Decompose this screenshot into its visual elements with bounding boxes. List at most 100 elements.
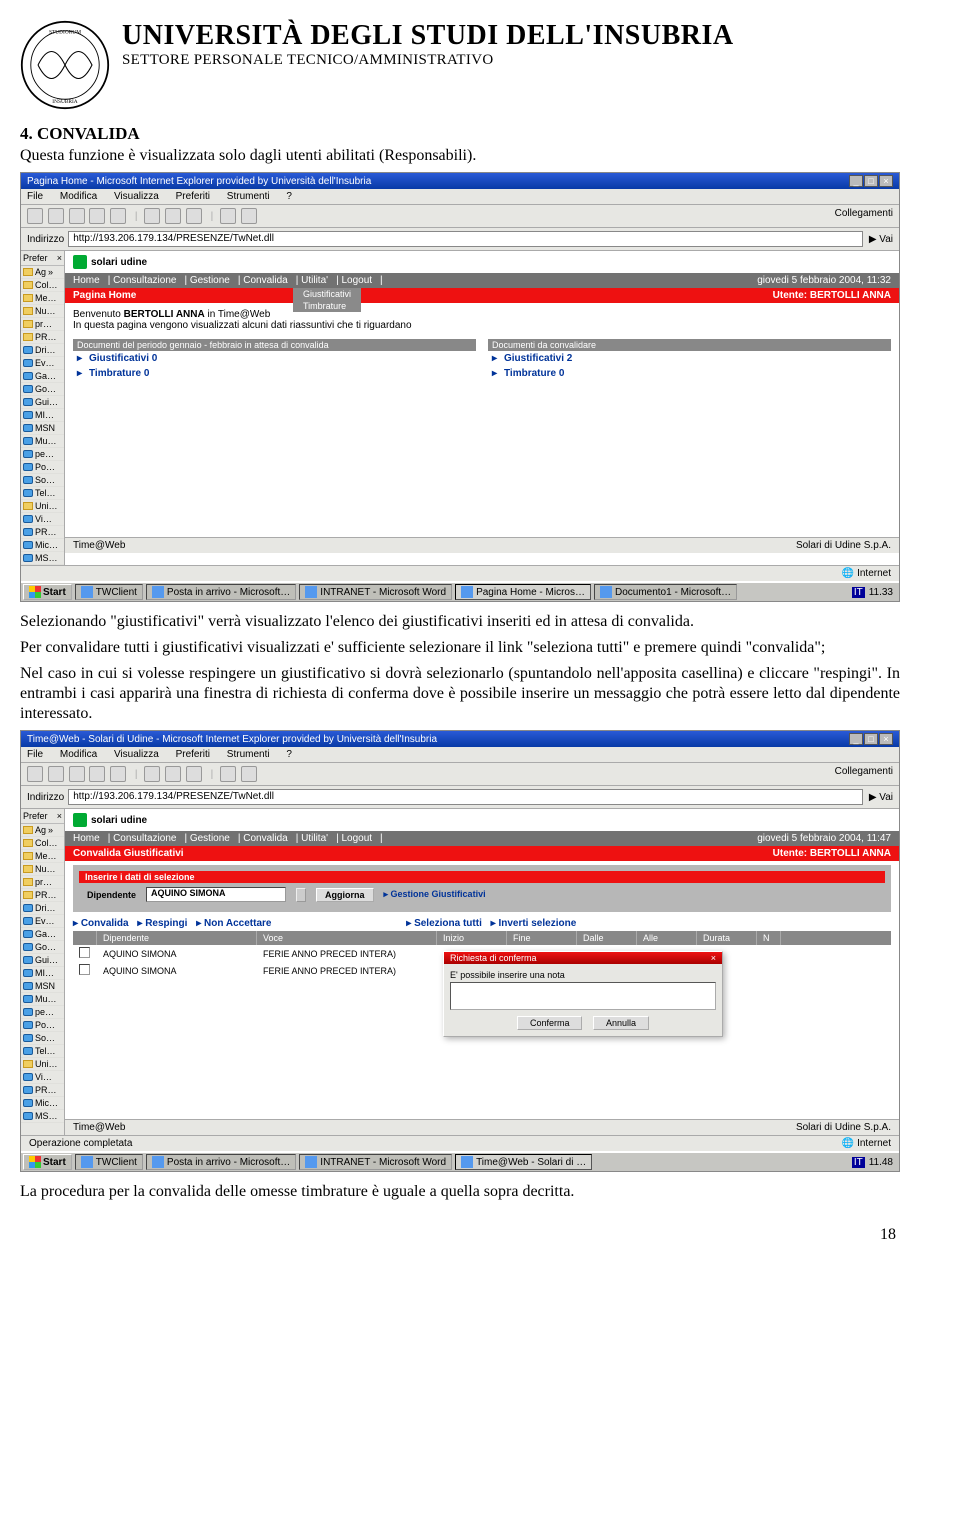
menu-help[interactable]: ? [286, 191, 292, 202]
app-topnav[interactable]: Home| Consultazione| Gestione| Convalida… [65, 273, 899, 288]
fav-item[interactable]: Po… [21, 1019, 64, 1032]
back-icon[interactable] [27, 208, 43, 224]
task-btn[interactable]: Posta in arrivo - Microsoft… [146, 584, 296, 600]
fav-item[interactable]: Uni… [21, 500, 64, 513]
fav-item[interactable]: Mu… [21, 993, 64, 1006]
fav-item[interactable]: Dri… [21, 902, 64, 915]
favorites-icon[interactable] [165, 208, 181, 224]
link-non-accettare[interactable]: Non Accettare [196, 918, 271, 929]
search-icon[interactable] [144, 766, 160, 782]
menu-preferiti[interactable]: Preferiti [176, 191, 210, 202]
fav-item[interactable]: pe… [21, 1006, 64, 1019]
task-btn[interactable]: INTRANET - Microsoft Word [299, 1154, 452, 1170]
menu-file[interactable]: File [27, 191, 43, 202]
task-btn[interactable]: TWClient [75, 584, 143, 600]
address-input[interactable]: http://193.206.179.134/PRESENZE/TwNet.dl… [68, 789, 863, 805]
nav-consultazione[interactable]: Consultazione [113, 833, 176, 844]
taskbar[interactable]: Start TWClient Posta in arrivo - Microso… [21, 581, 899, 601]
window-buttons[interactable]: _□× [848, 733, 893, 745]
close-icon[interactable]: × [57, 811, 62, 821]
ie-toolbar[interactable]: | | Collegamenti [21, 763, 899, 786]
nav-convalida[interactable]: Convalida [243, 833, 287, 844]
start-button[interactable]: Start [23, 584, 72, 600]
nav-consultazione[interactable]: Consultazione [113, 275, 176, 286]
forward-icon[interactable] [48, 208, 64, 224]
task-btn[interactable]: TWClient [75, 1154, 143, 1170]
doc-link[interactable]: Timbrature 0 [488, 366, 891, 381]
nav-home[interactable]: Home [73, 275, 100, 286]
fav-item[interactable]: pr… [21, 876, 64, 889]
fav-item[interactable]: Vi… [21, 513, 64, 526]
fav-item[interactable]: Mu… [21, 435, 64, 448]
doc-link[interactable]: Giustificativi 0 [73, 351, 476, 366]
go-button[interactable]: ▶ Vai [869, 234, 893, 245]
fav-item[interactable]: Me… [21, 850, 64, 863]
fav-item[interactable]: Vi… [21, 1071, 64, 1084]
menu-file[interactable]: File [27, 749, 43, 760]
start-button[interactable]: Start [23, 1154, 72, 1170]
address-input[interactable]: http://193.206.179.134/PRESENZE/TwNet.dl… [68, 231, 863, 247]
window-buttons[interactable]: _□× [848, 175, 893, 187]
menu-modifica[interactable]: Modifica [60, 749, 97, 760]
nav-gestione[interactable]: Gestione [190, 275, 230, 286]
search-icon[interactable] [144, 208, 160, 224]
fav-item[interactable]: Ev… [21, 915, 64, 928]
dropdown-arrow-icon[interactable] [296, 888, 306, 902]
forward-icon[interactable] [48, 766, 64, 782]
fav-item[interactable]: Ga… [21, 928, 64, 941]
fav-item[interactable]: Go… [21, 383, 64, 396]
dipendente-select[interactable]: AQUINO SIMONA [146, 887, 286, 902]
link-convalida[interactable]: Convalida [73, 918, 129, 929]
favorites-icon[interactable] [165, 766, 181, 782]
submenu-giustificativi[interactable]: Giustificativi [293, 288, 361, 300]
favorites-sidebar[interactable]: Prefer× Ag» Col… Me… Nu… pr… PR… Dri… Ev… [21, 251, 65, 565]
fav-item[interactable]: MS… [21, 552, 64, 565]
history-icon[interactable] [186, 766, 202, 782]
link-respingi[interactable]: Respingi [137, 918, 187, 929]
lang-indicator[interactable]: IT [852, 1157, 865, 1168]
refresh-icon[interactable] [89, 766, 105, 782]
fav-item[interactable]: Gui… [21, 396, 64, 409]
fav-item[interactable]: So… [21, 1032, 64, 1045]
history-icon[interactable] [186, 208, 202, 224]
fav-item[interactable]: Ag» [21, 266, 64, 279]
nav-logout[interactable]: Logout [341, 833, 372, 844]
print-icon[interactable] [241, 766, 257, 782]
menu-help[interactable]: ? [286, 749, 292, 760]
fav-item[interactable]: pr… [21, 318, 64, 331]
fav-item[interactable]: Col… [21, 837, 64, 850]
lang-indicator[interactable]: IT [852, 587, 865, 598]
menu-modifica[interactable]: Modifica [60, 191, 97, 202]
task-btn[interactable]: Pagina Home - Micros… [455, 584, 591, 600]
fav-item[interactable]: MI… [21, 409, 64, 422]
menu-visualizza[interactable]: Visualizza [114, 191, 159, 202]
fav-item[interactable]: Go… [21, 941, 64, 954]
fav-item[interactable]: Ev… [21, 357, 64, 370]
fav-item[interactable]: So… [21, 474, 64, 487]
fav-item[interactable]: MSN [21, 980, 64, 993]
fav-item[interactable]: Mic… [21, 1097, 64, 1110]
fav-item[interactable]: Gui… [21, 954, 64, 967]
aggiorna-button[interactable]: Aggiorna [316, 888, 374, 902]
nav-utilita[interactable]: Utilita' [301, 275, 328, 286]
favorites-sidebar[interactable]: Prefer× Ag» Col… Me… Nu… pr… PR… Dri… Ev… [21, 809, 65, 1135]
print-icon[interactable] [241, 208, 257, 224]
fav-item[interactable]: MI… [21, 967, 64, 980]
fav-item[interactable]: MS… [21, 1110, 64, 1123]
taskbar[interactable]: Start TWClient Posta in arrivo - Microso… [21, 1151, 899, 1171]
fav-item[interactable]: Nu… [21, 305, 64, 318]
task-btn[interactable]: Posta in arrivo - Microsoft… [146, 1154, 296, 1170]
refresh-icon[interactable] [89, 208, 105, 224]
mail-icon[interactable] [220, 208, 236, 224]
fav-item[interactable]: Mic… [21, 539, 64, 552]
fav-item[interactable]: Tel… [21, 1045, 64, 1058]
fav-item[interactable]: Tel… [21, 487, 64, 500]
doc-link[interactable]: Timbrature 0 [73, 366, 476, 381]
link-inverti[interactable]: Inverti selezione [491, 918, 577, 929]
fav-item[interactable]: Me… [21, 292, 64, 305]
home-icon[interactable] [110, 766, 126, 782]
stop-icon[interactable] [69, 208, 85, 224]
fav-item[interactable]: Uni… [21, 1058, 64, 1071]
fav-item[interactable]: Ag» [21, 824, 64, 837]
row-checkbox[interactable] [79, 964, 90, 975]
